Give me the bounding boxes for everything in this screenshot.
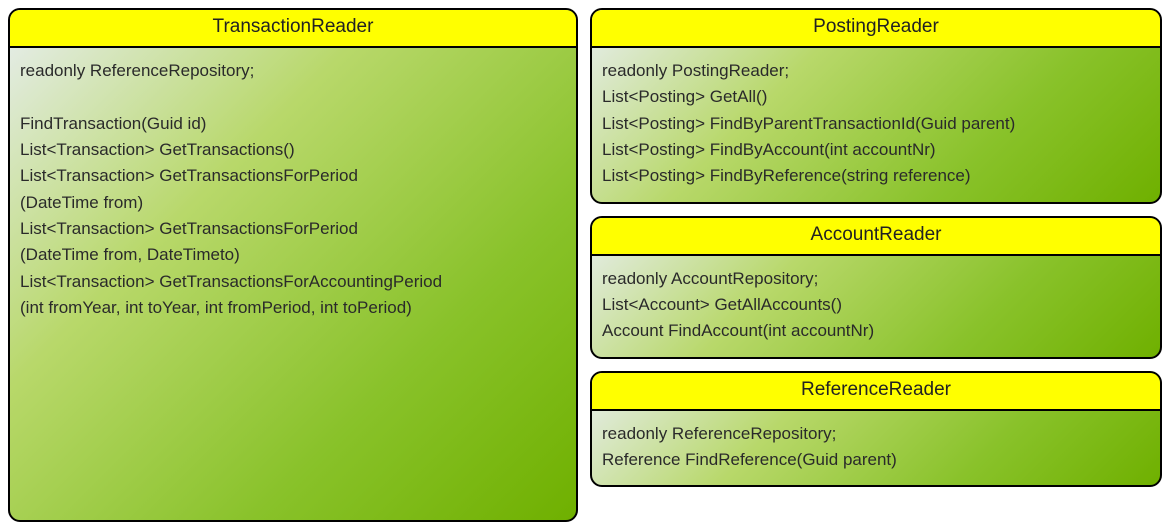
class-title-account-reader: AccountReader — [592, 218, 1160, 256]
diagram-canvas: TransactionReader readonly ReferenceRepo… — [0, 0, 1166, 522]
class-box-posting-reader: PostingReader readonly PostingReader; Li… — [590, 8, 1162, 204]
class-box-transaction-reader: TransactionReader readonly ReferenceRepo… — [8, 8, 578, 522]
class-box-account-reader: AccountReader readonly AccountRepository… — [590, 216, 1162, 359]
class-body-reference-reader: readonly ReferenceRepository; Reference … — [592, 411, 1160, 486]
class-title-posting-reader: PostingReader — [592, 10, 1160, 48]
class-title-reference-reader: ReferenceReader — [592, 373, 1160, 411]
class-box-reference-reader: ReferenceReader readonly ReferenceReposi… — [590, 371, 1162, 488]
class-body-posting-reader: readonly PostingReader; List<Posting> Ge… — [592, 48, 1160, 202]
left-column: TransactionReader readonly ReferenceRepo… — [8, 8, 578, 522]
class-body-transaction-reader: readonly ReferenceRepository; FindTransa… — [10, 48, 576, 520]
class-body-account-reader: readonly AccountRepository; List<Account… — [592, 256, 1160, 357]
right-column: PostingReader readonly PostingReader; Li… — [590, 8, 1162, 522]
class-title-transaction-reader: TransactionReader — [10, 10, 576, 48]
